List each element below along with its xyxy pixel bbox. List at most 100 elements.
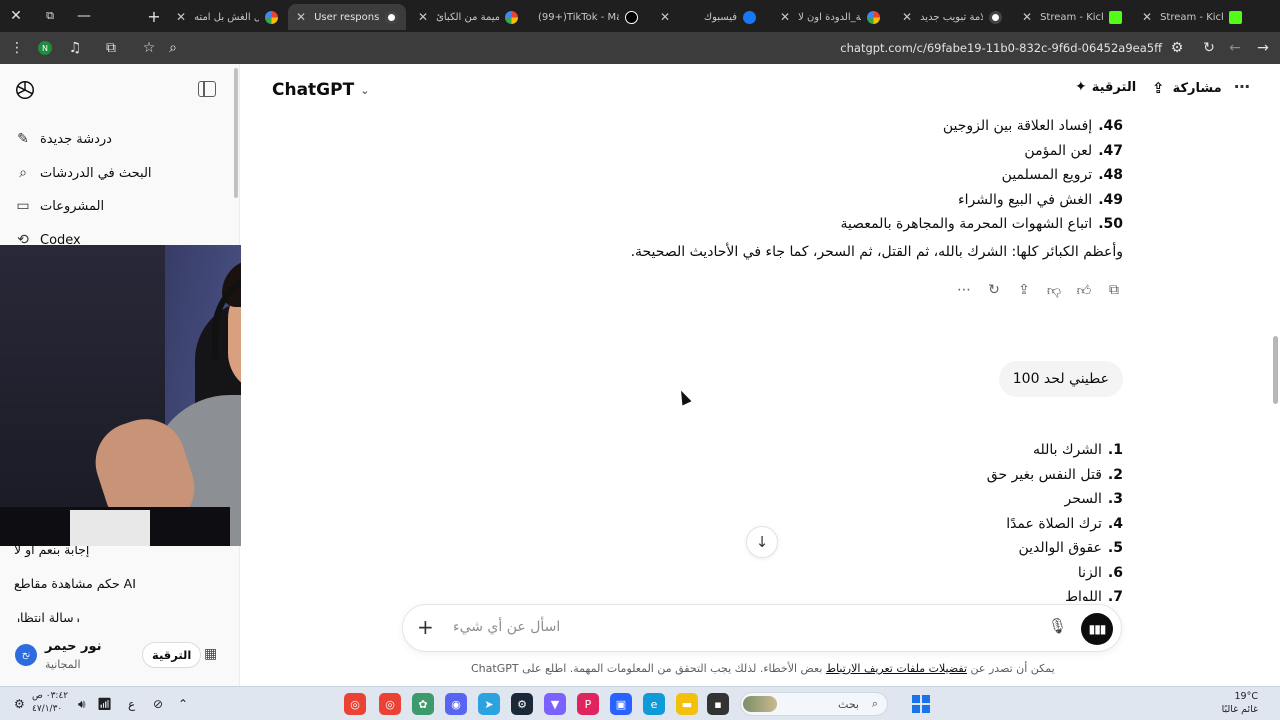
- wifi-icon[interactable]: 📶︎: [97, 687, 112, 720]
- apps-icon[interactable]: ▦: [204, 646, 222, 664]
- search-icon: ⌕: [19, 165, 27, 181]
- prompt-input[interactable]: اسأل عن أي شيء: [453, 619, 560, 635]
- sidebar-item-projects[interactable]: ▭ المشروعات: [14, 195, 104, 217]
- profile-icon[interactable]: N: [32, 32, 58, 64]
- tab-7[interactable]: ✕ Stream - Kick Da: [1014, 4, 1130, 30]
- media-icon[interactable]: ♫: [62, 32, 88, 64]
- main-scrollbar[interactable]: [1270, 64, 1280, 686]
- more-actions-icon[interactable]: ⋯: [955, 281, 973, 299]
- voice-mode-button[interactable]: ▮▮▮: [1081, 613, 1113, 645]
- scroll-to-bottom-button[interactable]: ↓: [746, 526, 778, 558]
- taskbar-search[interactable]: بحث ⌕: [740, 692, 888, 716]
- sidebar-item-label: البحث في الدردشات: [40, 165, 152, 181]
- tab-5[interactable]: ✕ لعبة_الدودة اون لا: [772, 4, 888, 30]
- volume-icon[interactable]: 🔊︎: [78, 687, 86, 720]
- header-upgrade-label: الترقية: [1091, 79, 1137, 95]
- bookmark-star-icon[interactable]: ☆: [136, 32, 162, 64]
- user-footer[interactable]: نح نور حيمر المجانية الترقية ▦: [0, 630, 240, 686]
- tab-close-icon[interactable]: ✕: [418, 10, 428, 24]
- forward-icon[interactable]: ←: [1222, 32, 1248, 64]
- tab-close-icon[interactable]: ✕: [902, 10, 912, 24]
- tab-3[interactable]: (99+)TikTok - Ma: [530, 4, 646, 30]
- extensions-icon[interactable]: ⧉: [98, 32, 124, 64]
- cookie-preferences-link[interactable]: تفضيلات ملفات تعريف الارتباط: [826, 662, 967, 675]
- new-tab-icon[interactable]: +: [140, 0, 168, 32]
- composer[interactable]: + اسأل عن أي شيء 🎙︎ ▮▮▮: [402, 604, 1122, 652]
- tab-close-icon[interactable]: ✕: [176, 10, 186, 24]
- add-attachment-icon[interactable]: +: [417, 615, 434, 639]
- list-item: 49.الغش في البيع والشراء: [958, 191, 1123, 208]
- store-icon[interactable]: ▣: [610, 693, 632, 715]
- notification-icon[interactable]: ⚙: [14, 687, 25, 720]
- folder-icon: ▭: [16, 198, 30, 214]
- app-icon[interactable]: ▪: [707, 693, 729, 715]
- main-chat-area: ChatGPT ⌄ ✦ الترقية ⇪ مشاركة ⋯ 46.إفساد …: [241, 64, 1280, 686]
- notifications-off-icon[interactable]: ⊘: [153, 687, 163, 720]
- language-indicator[interactable]: ع: [128, 687, 135, 720]
- tray-expand-icon[interactable]: ⌃: [178, 687, 188, 720]
- kick-icon: [1229, 10, 1242, 24]
- discord-icon[interactable]: ◉: [445, 693, 467, 715]
- assistant-list-top: 46.إفساد العلاقة بين الزوجين 47.لعن المؤ…: [840, 114, 1123, 237]
- tab-label: التميمة من الكبائ: [436, 11, 499, 23]
- back-icon[interactable]: →: [1250, 32, 1276, 64]
- telegram-icon[interactable]: ➤: [478, 693, 500, 715]
- url-field[interactable]: chatgpt.com/c/69fabe19-11b0-832c-9f6d-06…: [840, 32, 1162, 64]
- header-upgrade-button[interactable]: ✦ الترقية: [1075, 79, 1136, 95]
- chat-history-item[interactable]: رسالة انتظار: [14, 610, 80, 622]
- share-icon[interactable]: ⇪: [1015, 281, 1033, 299]
- tab-label: لعبة_الدودة اون لا: [798, 11, 861, 23]
- tab-close-icon[interactable]: ✕: [296, 10, 306, 24]
- weather-condition: غائم غالبًا: [1221, 704, 1258, 715]
- tab-label: فيسبوك: [703, 11, 737, 23]
- thumbs-up-icon[interactable]: 👍︎: [1075, 281, 1093, 299]
- steam-icon[interactable]: ⚙: [511, 693, 533, 715]
- tab-4[interactable]: ✕ فيسبوك: [652, 4, 764, 30]
- tab-0[interactable]: ✕ هل الغش بل امته: [168, 4, 286, 30]
- thumbs-down-icon[interactable]: 👎︎: [1045, 281, 1063, 299]
- site-settings-icon[interactable]: ⚙: [1164, 32, 1190, 64]
- reload-icon[interactable]: ↻: [1196, 32, 1222, 64]
- tab-close-icon[interactable]: ✕: [1142, 10, 1152, 24]
- list-item: 6.الزنا: [1077, 564, 1123, 581]
- chrome-icon[interactable]: ◎: [379, 693, 401, 715]
- google-icon: [265, 10, 278, 24]
- microphone-icon[interactable]: 🎙︎: [1048, 617, 1067, 635]
- sidebar-item-search[interactable]: ⌕ البحث في الدردشات: [14, 162, 152, 184]
- list-item: 50.اتباع الشهوات المحرمة والمجاهرة بالمع…: [840, 216, 1123, 232]
- menu-dots-icon[interactable]: ⋮: [4, 32, 30, 64]
- copy-icon[interactable]: ⧉: [1105, 281, 1123, 299]
- app-icon[interactable]: ✿: [412, 693, 434, 715]
- tab-close-icon[interactable]: ✕: [660, 10, 670, 24]
- share-button[interactable]: ⇪ مشاركة: [1152, 79, 1222, 97]
- edge-icon[interactable]: e: [643, 693, 665, 715]
- sidebar-item-new-chat[interactable]: ✎ دردشة جديدة: [14, 128, 112, 150]
- app-icon[interactable]: ▼: [544, 693, 566, 715]
- zoom-icon[interactable]: ⌕: [160, 32, 186, 64]
- windows-start-icon[interactable]: [912, 695, 930, 713]
- google-icon: [867, 10, 880, 24]
- file-explorer-icon[interactable]: ▬: [676, 693, 698, 715]
- app-icon[interactable]: P: [577, 693, 599, 715]
- tab-close-icon[interactable]: ✕: [1022, 10, 1032, 24]
- tab-8[interactable]: ✕ Stream - Kick Da: [1134, 4, 1250, 30]
- chrome-icon[interactable]: ◎: [344, 693, 366, 715]
- minimize-icon[interactable]: —: [70, 0, 98, 32]
- sidebar-toggle-icon[interactable]: [198, 81, 216, 97]
- openai-logo-icon[interactable]: [14, 79, 36, 101]
- tab-search-icon[interactable]: ⧉: [36, 0, 64, 32]
- model-name: ChatGPT: [272, 80, 355, 100]
- chat-history-item[interactable]: حكم مشاهدة مقاطع AI: [14, 576, 136, 591]
- sidebar-upgrade-button[interactable]: الترقية: [142, 642, 202, 668]
- taskbar-clock[interactable]: ٠٣:٤٢ ص ٤٧/١/٣٠: [32, 690, 68, 716]
- weather-widget[interactable]: 19°C غائم غالبًا: [1222, 690, 1258, 716]
- more-options-icon[interactable]: ⋯: [1234, 77, 1251, 96]
- tab-2[interactable]: ✕ التميمة من الكبائ: [410, 4, 526, 30]
- tab-1[interactable]: ✕ User response cl: [288, 4, 406, 30]
- regenerate-icon[interactable]: ↻: [985, 281, 1003, 299]
- tab-6[interactable]: ✕ علامة تبويب جديد: [894, 4, 1010, 30]
- close-window-icon[interactable]: ✕: [2, 0, 30, 32]
- tab-close-icon[interactable]: ✕: [780, 10, 790, 24]
- address-bar: ⋮ N ♫ ⧉ ☆ ⌕ chatgpt.com/c/69fabe19-11b0-…: [0, 32, 1280, 64]
- model-switcher[interactable]: ChatGPT ⌄: [272, 80, 369, 100]
